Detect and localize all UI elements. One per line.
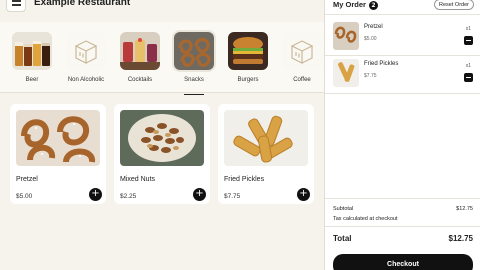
tax-note: Tax calculated at checkout [333, 216, 473, 222]
beer-photo [12, 32, 52, 70]
decrease-quantity-button[interactable] [464, 73, 473, 82]
product-card-fried-pickles[interactable]: Fried Pickles $7.75 + [218, 104, 314, 204]
total-value: $12.75 [448, 234, 473, 243]
divider [325, 198, 480, 199]
menu-icon[interactable] [6, 0, 26, 12]
category-label: Snacks [184, 77, 204, 83]
top-bar: Example Restaurant [0, 0, 324, 18]
product-name: Pretzel [16, 176, 38, 183]
divider [325, 93, 480, 94]
order-title: My Order [333, 0, 366, 9]
category-label: Non Alcoholic [67, 77, 105, 83]
product-price: $7.75 [224, 193, 241, 200]
add-to-order-button[interactable]: + [89, 188, 102, 201]
subtotal-row: Subtotal $12.75 [333, 206, 473, 212]
divider [325, 14, 480, 15]
order-item-fried-pickles: Fried Pickles $7.75 x1 [333, 59, 473, 89]
divider [0, 92, 324, 93]
category-bar: Beer Non Alcoholic Cocktails Snacks Burg… [0, 22, 324, 96]
category-burgers[interactable]: Burgers [226, 32, 270, 83]
decrease-quantity-button[interactable] [464, 36, 473, 45]
subtotal-label: Subtotal [333, 206, 354, 212]
total-label: Total [333, 234, 352, 243]
category-label: Beer [25, 77, 39, 83]
subtotal-value: $12.75 [456, 206, 473, 212]
fried-pickles-thumbnail [333, 59, 359, 87]
product-price: $5.00 [16, 193, 33, 200]
fried-pickles-photo [224, 110, 308, 166]
menu-area: Example Restaurant Beer Non Alcoholic Co… [0, 0, 324, 270]
product-card-pretzel[interactable]: Pretzel $5.00 + [10, 104, 106, 204]
burgers-photo [228, 32, 268, 70]
divider [325, 226, 480, 227]
divider [325, 55, 480, 56]
box-placeholder-icon [282, 32, 322, 70]
order-item-name: Fried Pickles [364, 61, 399, 67]
order-count-badge: 2 [369, 1, 378, 10]
total-row: Total $12.75 [333, 234, 473, 243]
product-name: Fried Pickles [224, 176, 265, 183]
checkout-button[interactable]: Checkout [333, 254, 473, 270]
category-beer[interactable]: Beer [10, 32, 54, 83]
category-coffee[interactable]: Coffee [280, 32, 324, 83]
pretzel-photo [16, 110, 100, 166]
product-card-mixed-nuts[interactable]: Mixed Nuts $2.25 + [114, 104, 210, 204]
snacks-photo [174, 32, 214, 70]
order-item-quantity: x1 [465, 63, 471, 69]
active-category-indicator [184, 94, 204, 96]
product-price: $2.25 [120, 193, 137, 200]
category-label: Coffee [293, 77, 311, 83]
category-label: Burgers [237, 77, 259, 83]
tax-label: Tax calculated at checkout [333, 216, 398, 222]
category-snacks[interactable]: Snacks [172, 32, 216, 96]
order-panel: My Order 2 Reset Order Pretzel $5.00 x1 [324, 0, 480, 270]
box-placeholder-icon [66, 32, 106, 70]
category-cocktails[interactable]: Cocktails [118, 32, 162, 83]
order-item-pretzel: Pretzel $5.00 x1 [333, 22, 473, 52]
order-item-name: Pretzel [364, 24, 383, 30]
order-item-quantity: x1 [465, 26, 471, 32]
pretzel-thumbnail [333, 22, 359, 50]
cocktails-photo [120, 32, 160, 70]
add-to-order-button[interactable]: + [297, 188, 310, 201]
order-item-price: $7.75 [364, 73, 377, 79]
reset-order-button[interactable]: Reset Order [434, 0, 474, 10]
order-item-price: $5.00 [364, 36, 377, 42]
add-to-order-button[interactable]: + [193, 188, 206, 201]
mixed-nuts-photo [120, 110, 204, 166]
category-non-alcoholic[interactable]: Non Alcoholic [64, 32, 108, 83]
product-name: Mixed Nuts [120, 176, 156, 183]
category-label: Cocktails [127, 77, 153, 83]
restaurant-title: Example Restaurant [34, 0, 131, 8]
